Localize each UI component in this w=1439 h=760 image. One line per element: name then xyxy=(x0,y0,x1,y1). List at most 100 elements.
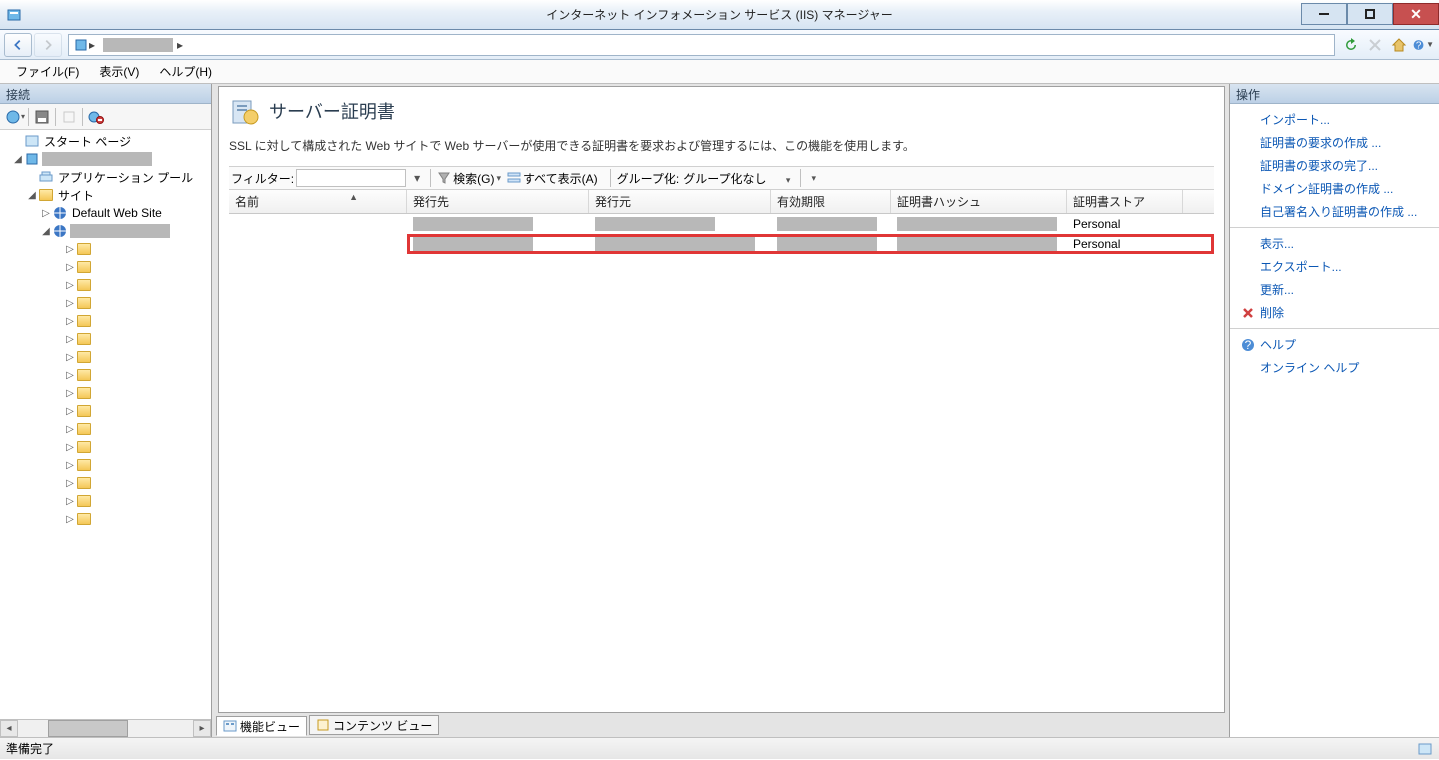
action-create-self-signed[interactable]: 自己署名入り証明書の作成 ... xyxy=(1230,200,1439,223)
nav-forward-button[interactable] xyxy=(34,33,62,57)
collapse-icon[interactable]: ◢ xyxy=(26,190,38,201)
tree-folder[interactable]: ▷ xyxy=(2,420,209,438)
filter-input[interactable] xyxy=(296,169,406,187)
tab-feature-view[interactable]: 機能ビュー xyxy=(216,716,307,736)
tree-sites[interactable]: ◢ サイト xyxy=(2,186,209,204)
tree-server-node[interactable]: ◢ xyxy=(2,150,209,168)
grid-row-highlighted[interactable]: Personal xyxy=(229,234,1214,254)
tree-folder[interactable]: ▷ xyxy=(2,492,209,510)
maximize-button[interactable] xyxy=(1347,3,1393,25)
nav-back-button[interactable] xyxy=(4,33,32,57)
expand-icon[interactable]: ▷ xyxy=(64,334,76,345)
expand-icon[interactable]: ▷ xyxy=(64,298,76,309)
actions-panel: 操作 インポート... 証明書の要求の作成 ... 証明書の要求の完了... ド… xyxy=(1229,84,1439,737)
expand-icon[interactable]: ▷ xyxy=(64,370,76,381)
expand-icon[interactable]: ▷ xyxy=(64,442,76,453)
stop-connection-icon[interactable] xyxy=(85,106,107,128)
center-panel: サーバー証明書 SSL に対して構成された Web サイトで Web サーバーが… xyxy=(212,84,1229,737)
tree-folder[interactable]: ▷ xyxy=(2,510,209,528)
col-issued-to[interactable]: 発行先 xyxy=(407,190,589,213)
col-expiry[interactable]: 有効期限 xyxy=(771,190,891,213)
action-create-request[interactable]: 証明書の要求の作成 ... xyxy=(1230,131,1439,154)
status-config-icon[interactable] xyxy=(1417,741,1433,757)
expand-icon[interactable]: ▷ xyxy=(64,262,76,273)
expand-icon[interactable]: ▷ xyxy=(64,514,76,525)
tree-folder[interactable]: ▷ xyxy=(2,384,209,402)
tree-folder[interactable]: ▷ xyxy=(2,456,209,474)
col-hash[interactable]: 証明書ハッシュ xyxy=(891,190,1067,213)
minimize-button[interactable] xyxy=(1301,3,1347,25)
close-button[interactable]: ✕ xyxy=(1393,3,1439,25)
col-issued-by[interactable]: 発行元 xyxy=(589,190,771,213)
action-renew[interactable]: 更新... xyxy=(1230,278,1439,301)
expand-icon[interactable]: ▷ xyxy=(64,280,76,291)
more-dropdown-icon[interactable]: ▾ xyxy=(811,173,816,184)
tree-horizontal-scrollbar[interactable]: ◂ ▸ xyxy=(0,719,211,737)
expand-icon[interactable]: ▷ xyxy=(64,352,76,363)
expand-icon[interactable]: ▷ xyxy=(64,406,76,417)
expand-icon[interactable]: ▷ xyxy=(40,208,52,219)
search-button[interactable]: 検索(G) ▾ xyxy=(437,170,501,187)
address-bar[interactable]: ▸ ▸ xyxy=(68,34,1335,56)
menu-file[interactable]: ファイル(F) xyxy=(6,61,89,82)
tab-content-view[interactable]: コンテンツ ビュー xyxy=(309,715,439,735)
collapse-icon[interactable]: ◢ xyxy=(40,226,52,237)
refresh-icon[interactable] xyxy=(1339,34,1363,56)
menu-view[interactable]: 表示(V) xyxy=(89,61,149,82)
scroll-thumb[interactable] xyxy=(48,720,128,737)
expand-icon[interactable]: ▷ xyxy=(64,460,76,471)
show-all-button[interactable]: すべて表示(A) xyxy=(507,170,598,187)
filter-funnel-icon xyxy=(437,171,451,185)
tree-folder[interactable]: ▷ xyxy=(2,438,209,456)
expand-icon[interactable]: ▷ xyxy=(64,244,76,255)
action-create-domain-cert[interactable]: ドメイン証明書の作成 ... xyxy=(1230,177,1439,200)
tree-folder[interactable]: ▷ xyxy=(2,348,209,366)
tree-custom-site[interactable]: ◢ xyxy=(2,222,209,240)
filter-dropdown-icon[interactable]: ▾ xyxy=(410,171,424,185)
action-view[interactable]: 表示... xyxy=(1230,232,1439,255)
action-export[interactable]: エクスポート... xyxy=(1230,255,1439,278)
up-icon[interactable] xyxy=(58,106,80,128)
tree-folder[interactable]: ▷ xyxy=(2,258,209,276)
action-complete-request[interactable]: 証明書の要求の完了... xyxy=(1230,154,1439,177)
tree-start-page[interactable]: スタート ページ xyxy=(2,132,209,150)
grid-row[interactable]: Personal xyxy=(229,214,1214,234)
menu-help[interactable]: ヘルプ(H) xyxy=(149,61,222,82)
action-delete[interactable]: 削除 xyxy=(1230,301,1439,324)
globe-icon xyxy=(52,205,68,221)
home-icon[interactable] xyxy=(1387,34,1411,56)
tree-folder[interactable]: ▷ xyxy=(2,240,209,258)
action-import[interactable]: インポート... xyxy=(1230,108,1439,131)
connect-icon[interactable]: ▾ xyxy=(4,106,26,128)
tree-app-pools[interactable]: アプリケーション プール xyxy=(2,168,209,186)
connections-tree[interactable]: スタート ページ ◢ アプリケーション プール ◢ サイト ▷ Default … xyxy=(0,130,211,719)
tree-folder[interactable]: ▷ xyxy=(2,402,209,420)
action-help[interactable]: ?ヘルプ xyxy=(1230,333,1439,356)
group-select[interactable]: グループ化なし ▾ xyxy=(679,170,794,187)
content-view-icon xyxy=(316,718,330,732)
tree-folder[interactable]: ▷ xyxy=(2,294,209,312)
collapse-icon[interactable]: ◢ xyxy=(12,154,24,165)
col-store[interactable]: 証明書ストア xyxy=(1067,190,1183,213)
tree-default-site[interactable]: ▷ Default Web Site xyxy=(2,204,209,222)
tree-folder[interactable]: ▷ xyxy=(2,474,209,492)
status-text: 準備完了 xyxy=(6,740,54,757)
scroll-right-button[interactable]: ▸ xyxy=(193,720,211,737)
expand-icon[interactable]: ▷ xyxy=(64,388,76,399)
tree-site-masked xyxy=(70,224,170,238)
expand-icon[interactable]: ▷ xyxy=(64,496,76,507)
tree-folder[interactable]: ▷ xyxy=(2,366,209,384)
tree-folder[interactable]: ▷ xyxy=(2,312,209,330)
col-name[interactable]: 名前▲ xyxy=(229,190,407,213)
tree-folder[interactable]: ▷ xyxy=(2,276,209,294)
help-dropdown-icon[interactable]: ?▼ xyxy=(1411,34,1435,56)
expand-icon[interactable]: ▷ xyxy=(64,478,76,489)
save-icon[interactable] xyxy=(31,106,53,128)
sort-asc-icon: ▲ xyxy=(349,192,358,202)
tree-folder[interactable]: ▷ xyxy=(2,330,209,348)
action-online-help[interactable]: オンライン ヘルプ xyxy=(1230,356,1439,379)
expand-icon[interactable]: ▷ xyxy=(64,424,76,435)
scroll-left-button[interactable]: ◂ xyxy=(0,720,18,737)
expand-icon[interactable]: ▷ xyxy=(64,316,76,327)
globe-icon xyxy=(52,223,68,239)
